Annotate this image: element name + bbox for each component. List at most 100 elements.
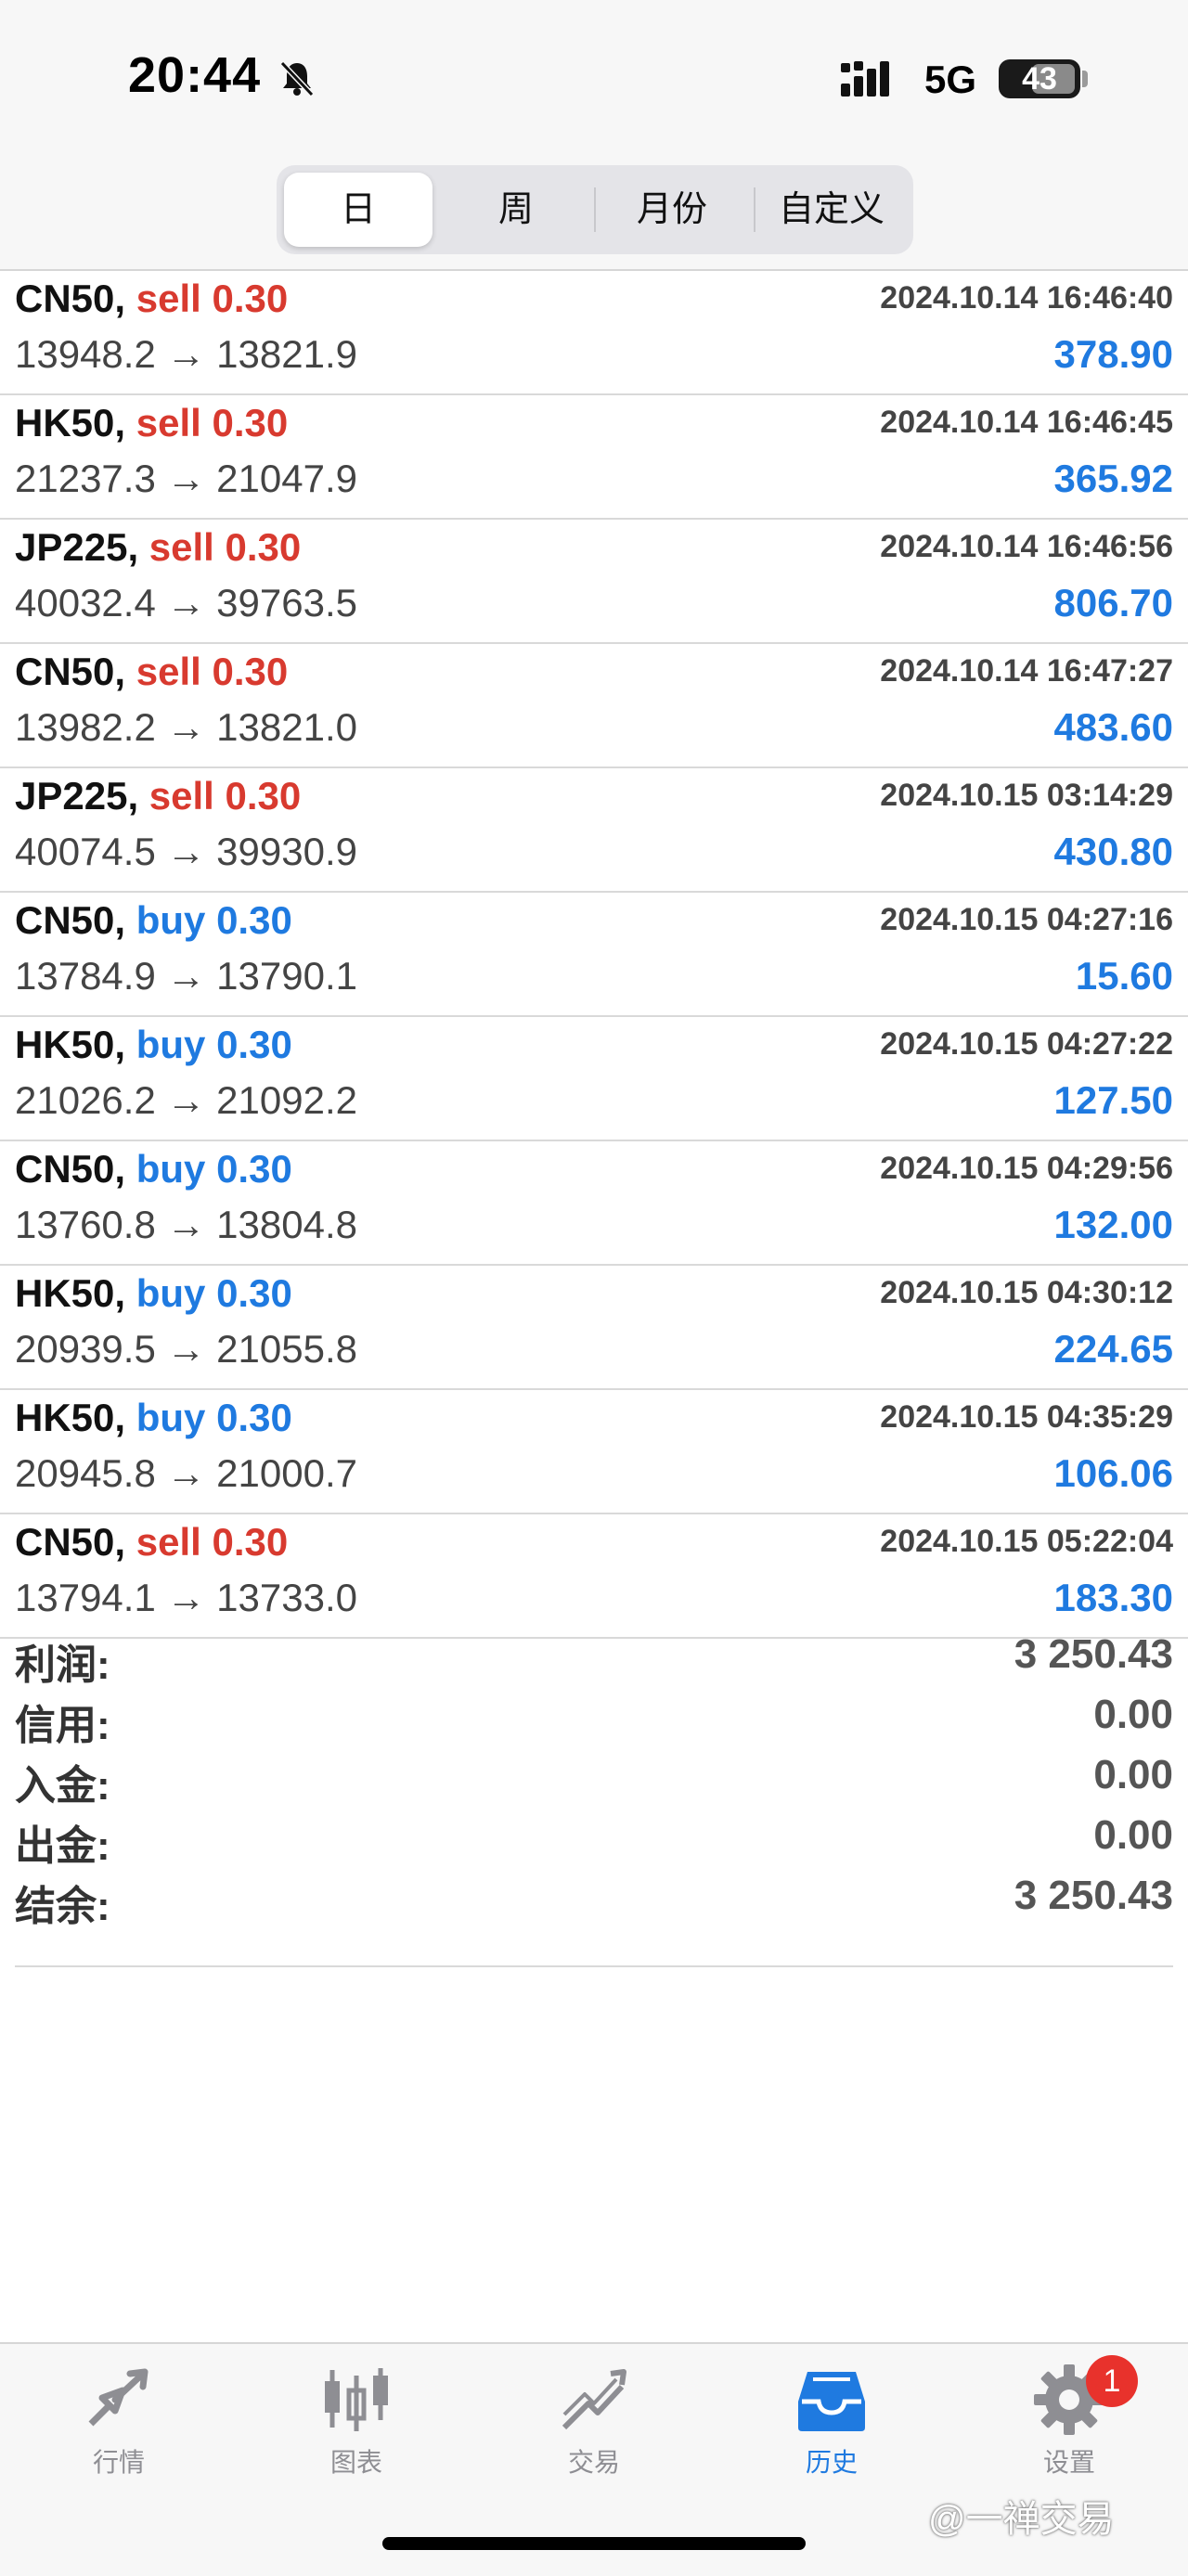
summary-row-balance: 结余: 3 250.43 [15,1873,1173,1933]
summary-label: 利润: [15,1642,110,1688]
trade-row[interactable]: CN50, sell 0.30 2024.10.14 16:46:40 1394… [0,271,1188,395]
tab-label: 历史 [805,2448,858,2477]
trade-prices: 20945.8 → 21000.7 [15,1451,357,1495]
trade-prices: 21237.3 → 21047.9 [15,457,357,500]
trade-datetime: 2024.10.15 04:35:29 [880,1399,1173,1435]
trade-row[interactable]: CN50, buy 0.30 2024.10.15 04:29:56 13760… [0,1141,1188,1266]
tab-label: 行情 [92,2448,145,2477]
trade-symbol: CN50, [15,277,126,320]
tab-label: 设置 [1042,2448,1095,2477]
tab-history[interactable]: 历史 [757,2363,906,2479]
period-tab-week[interactable]: 周 [442,173,590,247]
tab-trade[interactable]: 交易 [520,2363,668,2479]
trade-row[interactable]: JP225, sell 0.30 2024.10.15 03:14:29 400… [0,768,1188,893]
trade-datetime: 2024.10.15 05:22:04 [880,1524,1173,1559]
settings-notification-badge: 1 [1086,2355,1138,2407]
tab-charts[interactable]: 图表 [282,2363,431,2479]
summary-label: 入金: [15,1763,110,1809]
trade-symbol: HK50, [15,401,126,444]
summary-value: 3 250.43 [1014,1873,1173,1918]
home-indicator[interactable] [382,2537,806,2550]
period-segmented-control: 日 周 月份 自定义 [277,165,913,254]
trade-prices: 13784.9 → 13790.1 [15,954,357,998]
trade-datetime: 2024.10.14 16:47:27 [880,653,1173,689]
candlestick-chart-icon [325,2368,388,2431]
trade-side: buy 0.30 [136,1396,292,1439]
history-tray-icon [798,2372,865,2431]
trade-prices: 21026.2 → 21092.2 [15,1078,357,1122]
trade-history-list: CN50, sell 0.30 2024.10.14 16:46:40 1394… [0,271,1188,1639]
trade-profit: 183.30 [1053,1576,1173,1619]
tab-label: 图表 [329,2448,382,2477]
trade-symbol: CN50, [15,650,126,693]
quotes-arrows-icon [88,2368,148,2427]
summary-value: 0.00 [1093,1692,1173,1737]
watermark: @一禅交易 [928,2499,1115,2540]
trade-datetime: 2024.10.15 04:27:16 [880,902,1173,937]
trade-symbol: CN50, [15,1520,126,1564]
trade-datetime: 2024.10.14 16:46:56 [880,529,1173,564]
trade-datetime: 2024.10.15 04:30:12 [880,1275,1173,1310]
period-tab-month[interactable]: 月份 [598,173,746,247]
trade-profit: 378.90 [1053,332,1173,376]
trade-side: sell 0.30 [136,650,289,693]
trade-row[interactable]: CN50, buy 0.30 2024.10.15 04:27:16 13784… [0,893,1188,1017]
trade-row[interactable]: CN50, sell 0.30 2024.10.14 16:47:27 1398… [0,644,1188,768]
trade-symbol: HK50, [15,1396,126,1439]
period-bar: 日 周 月份 自定义 [0,158,1188,269]
trade-row[interactable]: CN50, sell 0.30 2024.10.15 05:22:04 1379… [0,1514,1188,1639]
trade-prices: 13948.2 → 13821.9 [15,332,357,376]
trade-symbol: JP225, [15,774,139,818]
summary-label: 出金: [15,1823,110,1869]
trade-prices: 13794.1 → 13733.0 [15,1576,357,1619]
trade-profit: 483.60 [1053,705,1173,749]
summary-label: 信用: [15,1703,110,1748]
trade-side: buy 0.30 [136,1023,292,1066]
trade-symbol: JP225, [15,525,139,569]
trade-prices: 40074.5 → 39930.9 [15,830,357,873]
trade-row[interactable]: HK50, sell 0.30 2024.10.14 16:46:45 2123… [0,395,1188,520]
cellular-signal-icon [841,61,889,97]
trade-symbol: CN50, [15,898,126,942]
segment-divider [754,187,755,232]
tab-quotes[interactable]: 行情 [45,2363,193,2479]
summary-value: 0.00 [1093,1812,1173,1858]
summary-value: 3 250.43 [1014,1631,1173,1677]
silent-bell-icon [279,60,315,97]
trade-profit: 127.50 [1053,1078,1173,1122]
battery-icon: 43 [999,59,1080,98]
trade-side: sell 0.30 [148,525,302,569]
trade-trend-icon [562,2369,626,2430]
summary-row-profit: 利润: 3 250.43 [15,1631,1173,1692]
summary-label: 结余: [15,1884,110,1929]
trade-symbol: CN50, [15,1147,126,1191]
battery-tip [1082,71,1088,87]
trade-prices: 20939.5 → 21055.8 [15,1327,357,1371]
trade-profit: 365.92 [1053,457,1173,500]
trade-side: sell 0.30 [136,277,289,320]
trade-row[interactable]: HK50, buy 0.30 2024.10.15 04:27:22 21026… [0,1017,1188,1141]
trade-profit: 15.60 [1075,954,1173,998]
trade-side: buy 0.30 [136,898,292,942]
trade-row[interactable]: HK50, buy 0.30 2024.10.15 04:35:29 20945… [0,1390,1188,1514]
divider [15,1965,1173,1967]
status-time: 20:44 [128,47,262,103]
trade-prices: 13982.2 → 13821.0 [15,705,357,749]
segment-divider [594,187,596,232]
trade-prices: 40032.4 → 39763.5 [15,581,357,625]
period-tab-day[interactable]: 日 [284,173,433,247]
summary-row-deposit: 入金: 0.00 [15,1752,1173,1812]
trade-profit: 430.80 [1053,830,1173,873]
period-tab-custom[interactable]: 自定义 [757,173,906,247]
summary-row-withdrawal: 出金: 0.00 [15,1812,1173,1873]
trade-row[interactable]: JP225, sell 0.30 2024.10.14 16:46:56 400… [0,520,1188,644]
summary-value: 0.00 [1093,1752,1173,1797]
trade-row[interactable]: HK50, buy 0.30 2024.10.15 04:30:12 20939… [0,1266,1188,1390]
trade-side: buy 0.30 [136,1271,292,1315]
trade-profit: 806.70 [1053,581,1173,625]
trade-side: sell 0.30 [148,774,302,818]
trade-datetime: 2024.10.15 03:14:29 [880,778,1173,813]
battery-level: 43 [1022,61,1057,97]
trade-prices: 13760.8 → 13804.8 [15,1203,357,1246]
trade-side: sell 0.30 [136,401,289,444]
